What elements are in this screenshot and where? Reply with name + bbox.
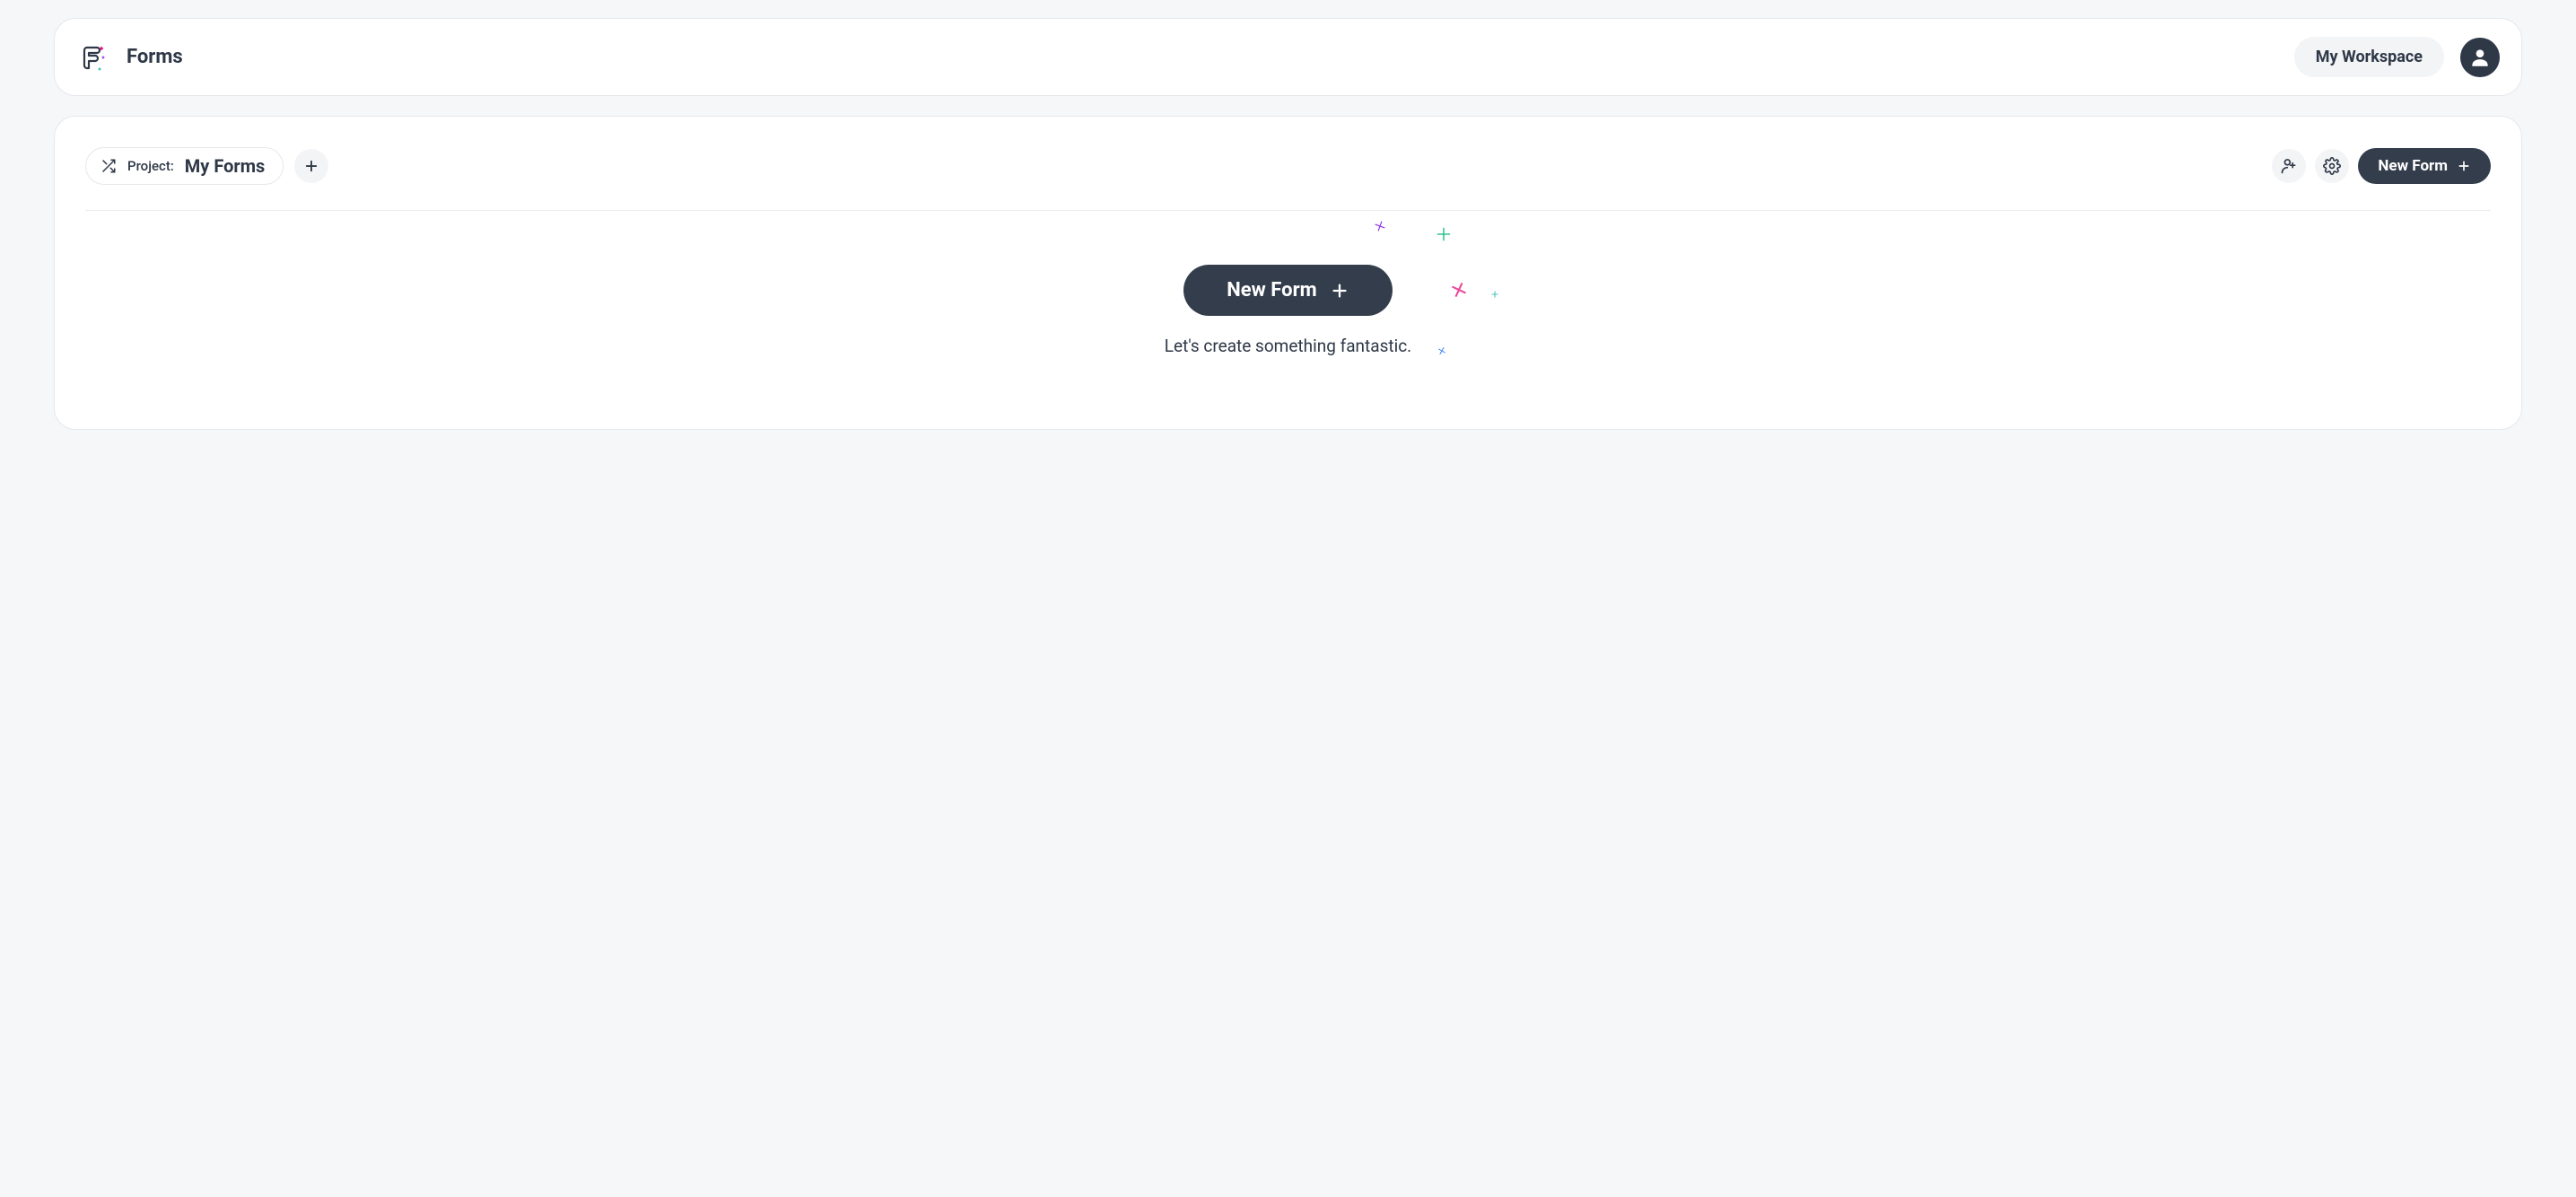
project-switcher[interactable]: Project: My Forms <box>85 147 284 185</box>
brand-title: Forms <box>127 46 183 68</box>
add-project-button[interactable] <box>294 149 328 183</box>
sparkle-icon <box>1436 345 1447 356</box>
settings-button[interactable] <box>2315 149 2349 183</box>
empty-state-tagline: Let's create something fantastic. <box>1165 336 1411 356</box>
toolbar-right: New Form <box>2272 148 2491 184</box>
project-prefix: Project: <box>127 158 174 174</box>
plus-icon <box>2457 159 2471 173</box>
app-logo[interactable] <box>76 42 107 73</box>
workspace-label: My Workspace <box>2316 48 2423 66</box>
gear-icon <box>2323 157 2341 175</box>
header-left: Forms <box>76 42 183 73</box>
sparkle-icon <box>1374 220 1386 232</box>
user-plus-icon <box>2280 157 2298 175</box>
forms-logo-icon <box>76 42 107 73</box>
sparkle-icon <box>1450 281 1468 299</box>
new-form-button-toolbar[interactable]: New Form <box>2358 148 2491 184</box>
project-toolbar: Project: My Forms <box>85 147 2491 211</box>
main-panel: Project: My Forms <box>54 116 2522 430</box>
new-form-label: New Form <box>2378 157 2448 175</box>
new-form-button-hero[interactable]: New Form <box>1183 265 1392 316</box>
new-form-hero-label: New Form <box>1227 279 1316 301</box>
user-avatar[interactable] <box>2460 38 2500 77</box>
sparkle-icon <box>1490 290 1499 299</box>
app-header: Forms My Workspace <box>54 18 2522 96</box>
plus-icon <box>303 158 319 174</box>
sparkle-icon <box>1436 227 1451 241</box>
workspace-switcher[interactable]: My Workspace <box>2294 37 2444 77</box>
invite-user-button[interactable] <box>2272 149 2306 183</box>
project-name: My Forms <box>185 155 266 177</box>
user-icon <box>2468 46 2492 69</box>
header-right: My Workspace <box>2294 37 2500 77</box>
toolbar-left: Project: My Forms <box>85 147 328 185</box>
empty-state: New Form Let's create something fantasti… <box>85 211 2491 392</box>
shuffle-icon <box>100 158 117 174</box>
plus-icon <box>1330 281 1349 301</box>
